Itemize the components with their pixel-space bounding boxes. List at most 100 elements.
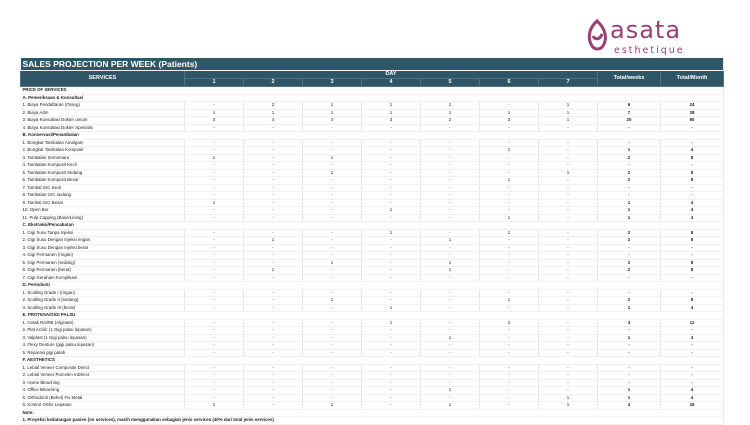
sheet-title: SALES PROJECTION PER WEEK (Patients)	[20, 58, 725, 71]
day-value-cell: -	[420, 364, 480, 372]
day-value-cell: 1	[479, 109, 539, 117]
day-value-cell: -	[420, 124, 480, 132]
day-value-cell: -	[420, 161, 480, 170]
total-weeks-cell: 2	[597, 169, 661, 177]
service-row: 7. Gigi Geraham Komplikasi - - - - - - - - -	[20, 274, 725, 282]
day-value-cell: -	[302, 266, 362, 275]
day-column-header: 6	[479, 78, 539, 87]
day-value-cell: -	[302, 184, 362, 192]
service-label: 5. Reparasi gigi patah	[20, 349, 185, 357]
day-value-cell: 1	[538, 101, 598, 110]
day-value-cell: -	[361, 169, 421, 177]
day-value-cell: -	[184, 184, 244, 192]
day-value-cell: -	[361, 161, 421, 170]
day-value-cell: -	[184, 229, 244, 237]
day-value-cell: -	[361, 154, 421, 162]
total-weeks-cell: 1	[597, 304, 661, 312]
total-month-cell: -	[660, 326, 725, 335]
day-value-cell: -	[243, 206, 303, 215]
day-value-cell: -	[420, 139, 480, 147]
day-value-cell: -	[184, 394, 244, 402]
day-value-cell: -	[538, 191, 598, 200]
day-value-cell: -	[184, 371, 244, 380]
day-value-cell: -	[184, 139, 244, 147]
day-value-cell: -	[479, 379, 539, 387]
service-row: 2. Lebial Veneer Porcelen InDirect - - - - - -…	[20, 371, 725, 380]
service-label: 2. Scalling Grade II (sedang)	[20, 296, 185, 305]
total-month-cell: -	[660, 289, 725, 297]
day-value-cell: -	[302, 214, 362, 222]
day-value-cell: -	[243, 386, 303, 395]
day-value-cell: -	[302, 229, 362, 237]
day-value-cell: -	[479, 251, 539, 260]
day-column-header: 1	[184, 78, 244, 87]
day-value-cell: 4	[302, 116, 362, 125]
day-value-cell: -	[184, 236, 244, 245]
day-value-cell: -	[184, 364, 244, 372]
day-value-cell: -	[302, 319, 362, 327]
total-month-cell: -	[660, 139, 725, 147]
total-month-cell: -	[660, 251, 725, 260]
total-weeks-cell: -	[597, 124, 661, 132]
day-value-cell: -	[243, 364, 303, 372]
day-value-cell: 1	[420, 101, 480, 110]
service-label: 2. Plat Acrilic (1 Gigi palsu lepasan)	[20, 326, 185, 335]
total-weeks-cell: 2	[597, 236, 661, 245]
day-value-cell: -	[420, 379, 480, 387]
total-month-cell: 8	[660, 154, 725, 162]
day-value-cell: -	[302, 206, 362, 215]
day-value-cell: 3	[361, 116, 421, 125]
day-value-cell: -	[538, 259, 598, 267]
service-row: 5. Orthodonti (Behel) Fix Metal - - - - - -1 1 4	[20, 394, 725, 402]
day-value-cell: -	[479, 199, 539, 207]
day-value-cell: -	[361, 326, 421, 335]
day-value-cell: -	[479, 184, 539, 192]
total-weeks-cell: 1	[597, 394, 661, 402]
day-value-cell: 1	[538, 169, 598, 177]
day-value-cell: -	[243, 341, 303, 350]
day-value-cell: -	[361, 334, 421, 342]
day-value-cell: -	[184, 266, 244, 275]
total-month-cell: 4	[660, 394, 725, 402]
day-value-cell: -	[361, 371, 421, 380]
day-value-cell: -	[479, 371, 539, 380]
day-value-cell: 1	[420, 236, 480, 245]
service-label: 4. Tambalan Komposit Kecil	[20, 161, 185, 170]
service-row: 3. Tambalan Sementara 1-1- - - -2 8	[20, 154, 725, 162]
day-value-cell: -	[361, 199, 421, 207]
day-value-cell: -	[420, 214, 480, 222]
day-value-cell: -	[184, 251, 244, 260]
service-row: 9. Tambal GIC Besar 1- - - - - -1 4	[20, 199, 725, 207]
day-value-cell: 1	[243, 109, 303, 117]
service-label: 3. Gigi Susu Dengan Injeksi berat	[20, 244, 185, 252]
total-month-cell: 28	[660, 109, 725, 117]
service-label: 6. Kontrol Ortho Lepasan	[20, 401, 185, 410]
day-value-cell: -	[361, 244, 421, 252]
day-column-header: 7	[538, 78, 598, 87]
day-value-cell: 1	[302, 296, 362, 305]
day-value-cell: -	[479, 394, 539, 402]
day-value-cell: -	[479, 169, 539, 177]
day-value-cell: -	[538, 364, 598, 372]
day-value-cell: -	[302, 371, 362, 380]
day-value-cell: -	[538, 184, 598, 192]
service-label: 4. Gigi Permanen (ringan)	[20, 251, 185, 260]
service-label: 11. Pulp Capping (Base/Lining)	[20, 214, 185, 222]
service-label: 4. Flexy Denture (gigi palsu lepasan)	[20, 341, 185, 350]
day-value-cell: -	[361, 259, 421, 267]
day-value-cell: 1	[361, 109, 421, 117]
day-value-cell: -	[184, 296, 244, 305]
day-value-cell: -	[243, 161, 303, 170]
total-weeks-cell: 3	[597, 319, 661, 327]
total-weeks-cell: 1	[597, 334, 661, 342]
service-label: 2. Lebial Veneer Porcelen InDirect	[20, 371, 185, 380]
section-label: F. AESTHETICS	[20, 356, 725, 365]
total-month-cell: 8	[660, 229, 725, 237]
day-header: DAY	[184, 70, 598, 79]
day-value-cell: 1	[420, 266, 480, 275]
service-row: 2. Plat Acrilic (1 Gigi palsu lepasan) - -…	[20, 326, 725, 335]
total-weeks-cell: -	[597, 161, 661, 170]
day-value-cell: -	[184, 304, 244, 312]
day-value-cell: -	[420, 251, 480, 260]
day-value-cell: 1	[302, 109, 362, 117]
